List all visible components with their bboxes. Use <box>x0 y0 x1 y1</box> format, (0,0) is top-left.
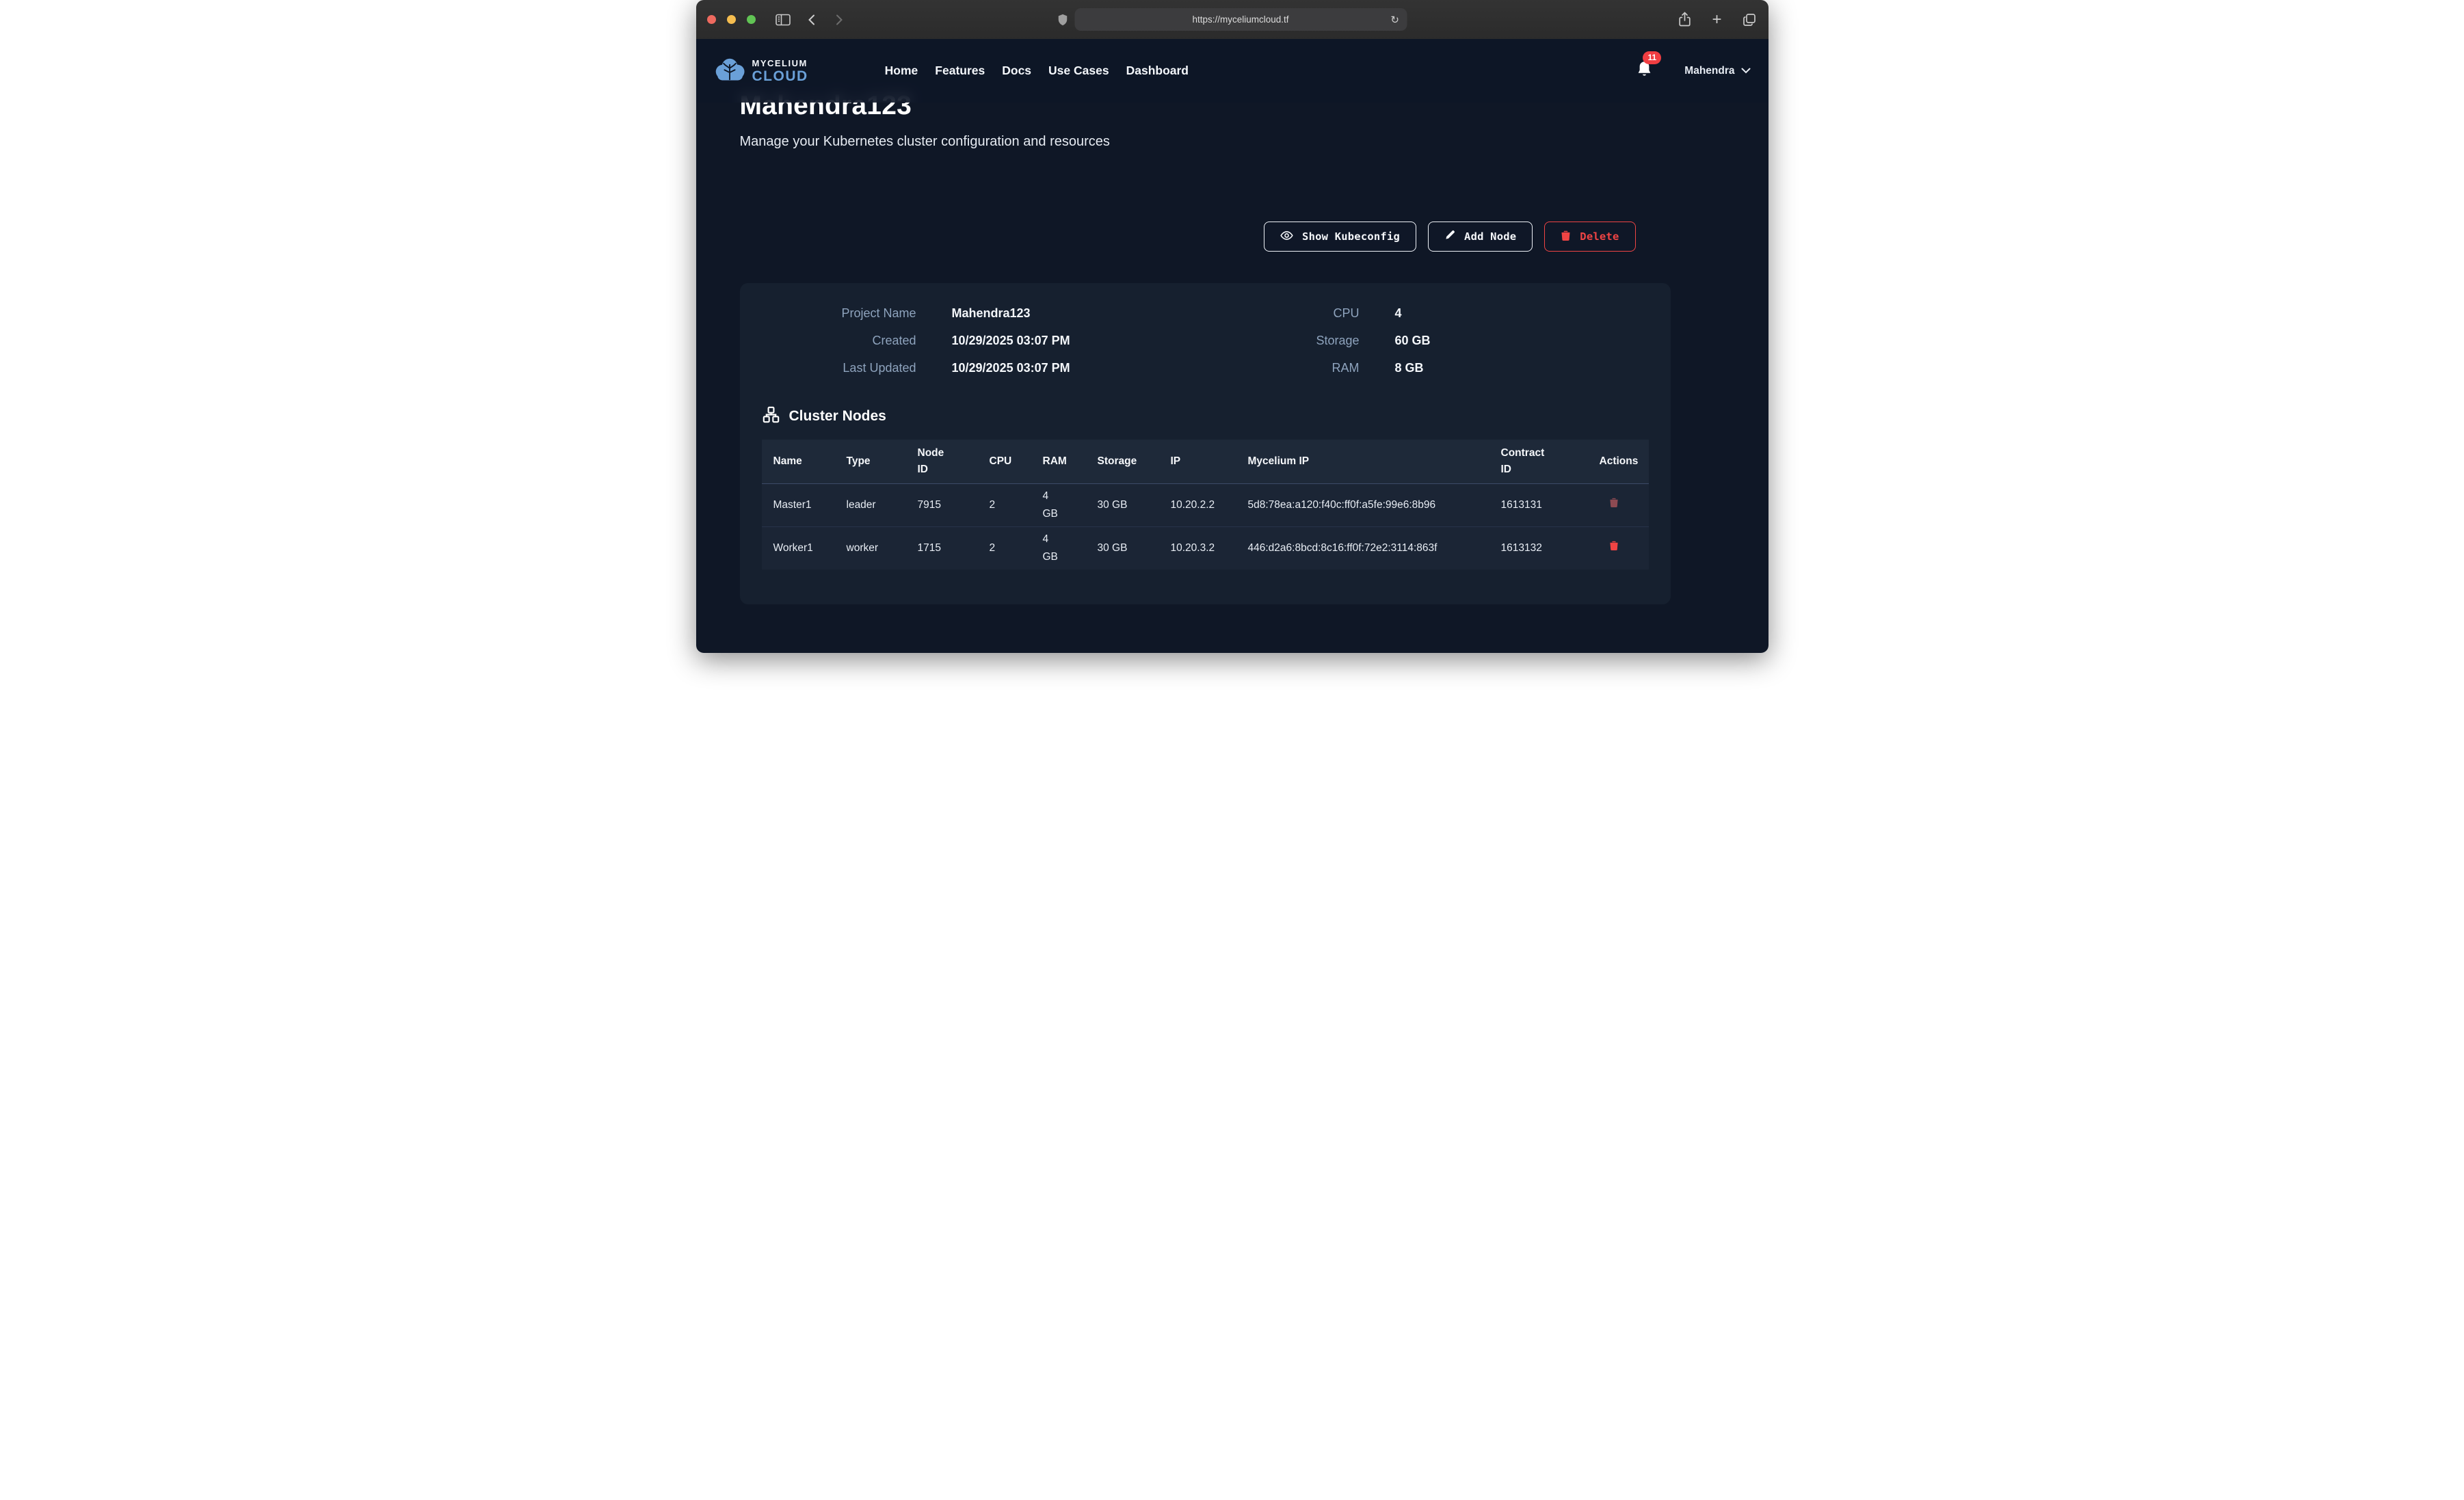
traffic-lights <box>707 15 756 24</box>
page-viewport: Mahendra123 Manage your Kubernetes clust… <box>696 39 1768 653</box>
delete-cluster-button[interactable]: Delete <box>1544 222 1635 252</box>
table-row: Master1 leader 7915 2 4 GB 30 GB 10.20.2… <box>762 483 1649 526</box>
delete-node-button[interactable] <box>1606 496 1621 511</box>
shield-icon[interactable] <box>1057 14 1068 26</box>
close-window-button[interactable] <box>707 15 716 24</box>
cell-storage: 30 GB <box>1086 483 1159 526</box>
cell-type: worker <box>835 526 906 570</box>
trash-icon <box>1609 540 1619 551</box>
cell-cpu: 2 <box>978 483 1031 526</box>
cell-actions <box>1588 526 1649 570</box>
col-name: Name <box>762 440 835 483</box>
cluster-nodes-icon <box>762 405 780 427</box>
table-row: Worker1 worker 1715 2 4 GB 30 GB 10.20.3… <box>762 526 1649 570</box>
nav-link-docs[interactable]: Docs <box>1002 64 1031 78</box>
url-text: https://myceliumcloud.tf <box>1192 14 1288 25</box>
cell-storage: 30 GB <box>1086 526 1159 570</box>
cell-name: Master1 <box>762 483 835 526</box>
info-row-storage: Storage 60 GB <box>1198 334 1581 348</box>
user-name: Mahendra <box>1684 65 1734 77</box>
nav-link-home[interactable]: Home <box>885 64 918 78</box>
share-icon[interactable] <box>1678 12 1691 27</box>
col-type: Type <box>835 440 906 483</box>
brand-name-top: MYCELIUM <box>752 59 808 68</box>
show-kubeconfig-button[interactable]: Show Kubeconfig <box>1264 222 1416 252</box>
nav-link-features[interactable]: Features <box>935 64 985 78</box>
col-node-id: Node ID <box>906 440 978 483</box>
page-subtitle: Manage your Kubernetes cluster configura… <box>740 134 1110 150</box>
cell-contract-id: 1613132 <box>1489 526 1588 570</box>
cell-ram: 4 GB <box>1031 483 1086 526</box>
address-bar[interactable]: https://myceliumcloud.tf ↻ <box>1074 8 1407 31</box>
cell-cpu: 2 <box>978 526 1031 570</box>
cluster-actions: Show Kubeconfig Add Node Delete <box>740 222 1636 252</box>
cell-contract-id: 1613131 <box>1489 483 1588 526</box>
notifications-button[interactable]: 11 <box>1636 60 1653 82</box>
col-storage: Storage <box>1086 440 1159 483</box>
cell-ip: 10.20.2.2 <box>1159 483 1236 526</box>
tab-overview-icon[interactable] <box>1743 13 1756 27</box>
col-actions: Actions <box>1588 440 1649 483</box>
new-tab-icon[interactable]: + <box>1712 12 1721 28</box>
add-node-button[interactable]: Add Node <box>1428 222 1533 252</box>
bell-icon <box>1636 70 1653 81</box>
cell-type: leader <box>835 483 906 526</box>
cell-ram: 4 GB <box>1031 526 1086 570</box>
info-row-last-updated: Last Updated 10/29/2025 03:07 PM <box>762 361 1145 375</box>
minimize-window-button[interactable] <box>727 15 736 24</box>
nav-links: Home Features Docs Use Cases Dashboard <box>885 64 1189 78</box>
sidebar-icon[interactable] <box>775 13 791 27</box>
forward-icon[interactable] <box>835 14 843 26</box>
user-menu[interactable]: Mahendra <box>1684 65 1750 77</box>
site-navbar: MYCELIUM CLOUD Home Features Docs Use Ca… <box>696 39 1768 103</box>
col-mycelium-ip: Mycelium IP <box>1236 440 1489 483</box>
col-ram: RAM <box>1031 440 1086 483</box>
cell-ip: 10.20.3.2 <box>1159 526 1236 570</box>
info-row-created: Created 10/29/2025 03:07 PM <box>762 334 1145 348</box>
info-row-project-name: Project Name Mahendra123 <box>762 306 1145 321</box>
trash-icon <box>1561 230 1571 244</box>
brand-name-bottom: CLOUD <box>752 69 808 83</box>
zoom-window-button[interactable] <box>747 15 756 24</box>
brand-logo[interactable]: MYCELIUM CLOUD <box>714 56 808 85</box>
browser-chrome: https://myceliumcloud.tf ↻ + <box>696 0 1768 39</box>
table-header-row: Name Type Node ID CPU RAM Storage IP Myc… <box>762 440 1649 483</box>
cell-node-id: 1715 <box>906 526 978 570</box>
cell-node-id: 7915 <box>906 483 978 526</box>
cloud-logo-icon <box>714 56 745 85</box>
info-row-ram: RAM 8 GB <box>1198 361 1581 375</box>
reload-icon[interactable]: ↻ <box>1390 14 1399 26</box>
col-contract-id: Contract ID <box>1489 440 1588 483</box>
chevron-down-icon <box>1741 65 1751 77</box>
cell-mycelium-ip: 5d8:78ea:a120:f40c:ff0f:a5fe:99e6:8b96 <box>1236 483 1489 526</box>
pencil-icon <box>1444 230 1455 243</box>
cluster-info: Project Name Mahendra123 Created 10/29/2… <box>762 306 1649 375</box>
cell-name: Worker1 <box>762 526 835 570</box>
nav-link-dashboard[interactable]: Dashboard <box>1126 64 1189 78</box>
section-title: Cluster Nodes <box>789 408 886 425</box>
trash-icon <box>1609 497 1619 508</box>
col-cpu: CPU <box>978 440 1031 483</box>
info-row-cpu: CPU 4 <box>1198 306 1581 321</box>
delete-node-button[interactable] <box>1606 539 1621 554</box>
cell-actions <box>1588 483 1649 526</box>
cluster-nodes-table: Name Type Node ID CPU RAM Storage IP Myc… <box>762 440 1649 570</box>
browser-window: https://myceliumcloud.tf ↻ + Mahendra123 <box>696 0 1768 653</box>
eye-icon <box>1280 230 1293 243</box>
cluster-details-card: Project Name Mahendra123 Created 10/29/2… <box>740 283 1671 604</box>
cell-mycelium-ip: 446:d2a6:8bcd:8c16:ff0f:72e2:3114:863f <box>1236 526 1489 570</box>
back-icon[interactable] <box>808 14 816 26</box>
col-ip: IP <box>1159 440 1236 483</box>
nav-link-use-cases[interactable]: Use Cases <box>1048 64 1109 78</box>
notification-badge: 11 <box>1643 51 1661 64</box>
